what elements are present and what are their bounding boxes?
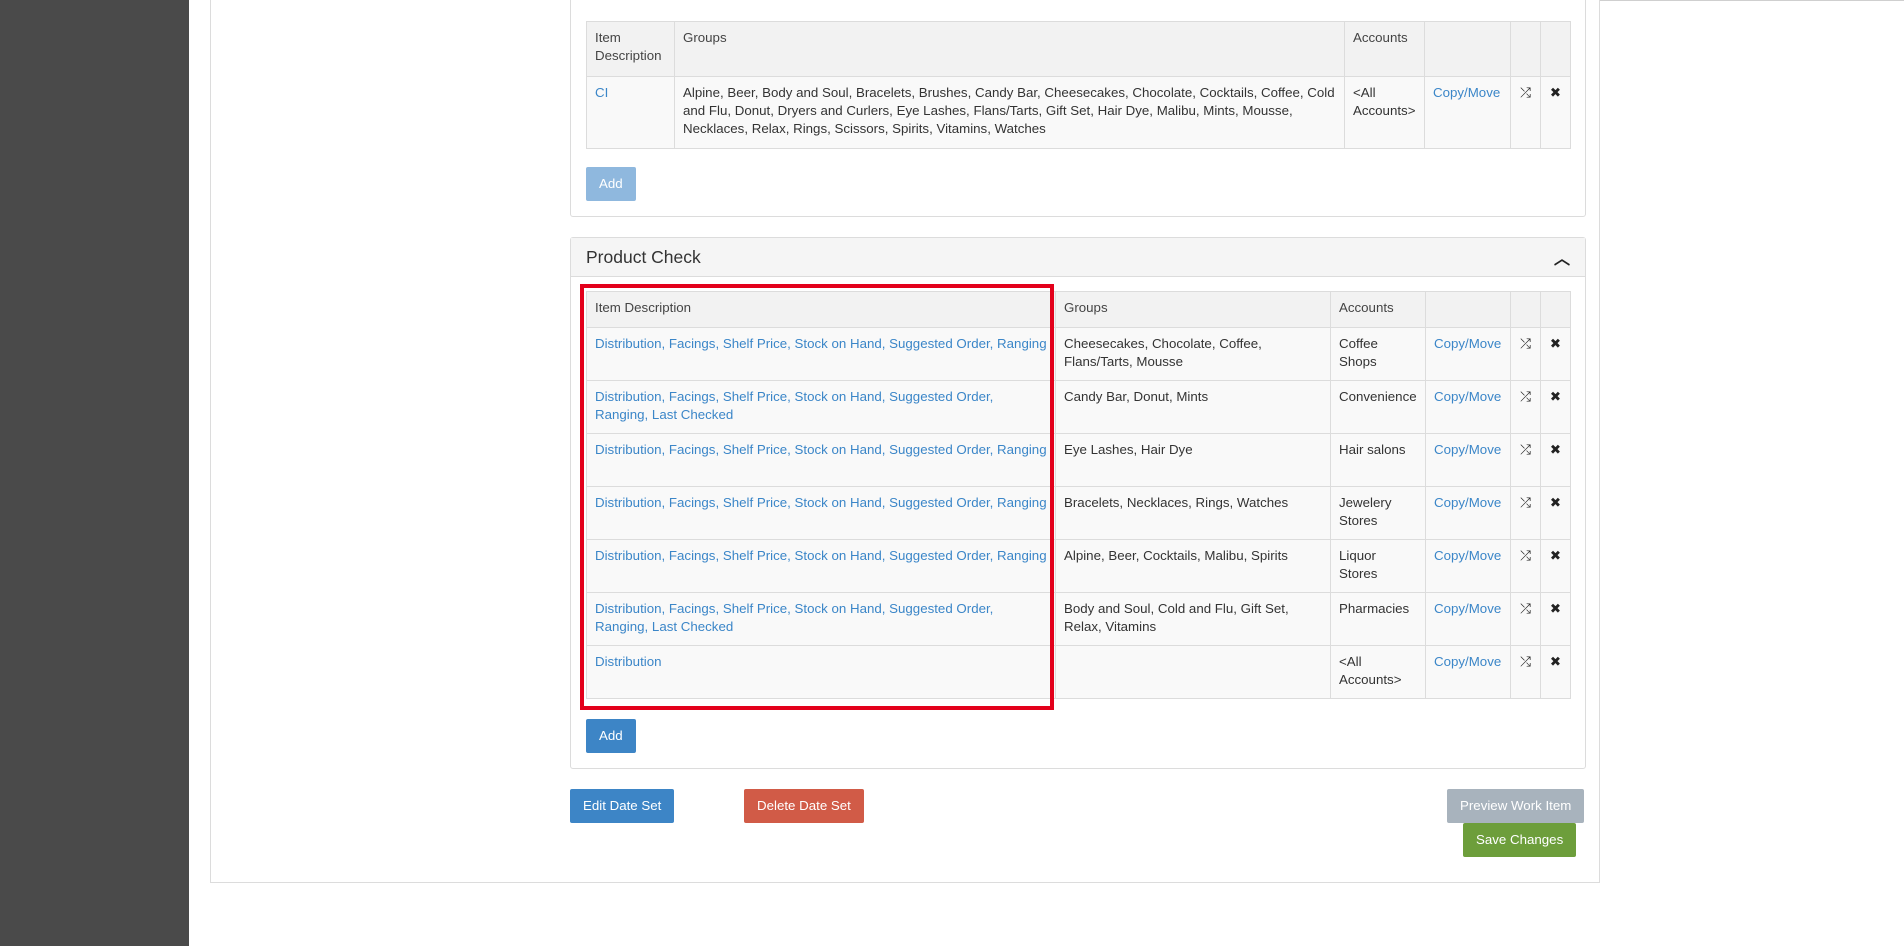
- item-description-link[interactable]: Distribution, Facings, Shelf Price, Stoc…: [595, 442, 1047, 457]
- close-icon[interactable]: ✖: [1540, 539, 1571, 593]
- col-header-accounts: Accounts: [1344, 21, 1425, 77]
- item-description-link[interactable]: Distribution, Facings, Shelf Price, Stoc…: [595, 548, 1047, 563]
- groups-cell: Alpine, Beer, Body and Soul, Bracelets, …: [674, 76, 1345, 149]
- col-header-delete: [1540, 291, 1571, 328]
- groups-cell: Alpine, Beer, Cocktails, Malibu, Spirits: [1055, 539, 1331, 593]
- shuffle-icon[interactable]: ⤮: [1510, 539, 1541, 593]
- table-row: Distribution <All Accounts> Copy/Move ⤮ …: [586, 645, 1571, 699]
- table-row: Distribution, Facings, Shelf Price, Stoc…: [586, 486, 1571, 540]
- groups-cell: Eye Lashes, Hair Dye: [1055, 433, 1331, 487]
- top-items-table: Item Description Groups Accounts CI Alpi…: [586, 21, 1571, 149]
- left-sidebar: [0, 0, 189, 946]
- save-changes-button[interactable]: Save Changes: [1463, 823, 1577, 857]
- add-button[interactable]: Add: [586, 719, 636, 753]
- product-check-panel: Product Check ︿ Item Description Groups …: [570, 237, 1586, 769]
- item-description-link[interactable]: Distribution, Facings, Shelf Price, Stoc…: [595, 495, 1047, 510]
- accounts-cell: Hair salons: [1330, 433, 1426, 487]
- shuffle-icon[interactable]: ⤮: [1510, 380, 1541, 434]
- copy-move-link[interactable]: Copy/Move: [1434, 601, 1501, 616]
- item-description-link[interactable]: Distribution: [595, 654, 662, 669]
- edit-date-set-button[interactable]: Edit Date Set: [570, 789, 675, 823]
- copy-move-link[interactable]: Copy/Move: [1434, 336, 1501, 351]
- top-panel: Item Description Groups Accounts CI Alpi…: [570, 0, 1586, 217]
- accounts-cell: Pharmacies: [1330, 592, 1426, 646]
- close-icon[interactable]: ✖: [1540, 592, 1571, 646]
- copy-move-link[interactable]: Copy/Move: [1434, 495, 1501, 510]
- panel-title: Product Check: [586, 246, 701, 267]
- accounts-cell: Coffee Shops: [1330, 327, 1426, 381]
- accounts-cell: Convenience: [1330, 380, 1426, 434]
- table-row: Distribution, Facings, Shelf Price, Stoc…: [586, 433, 1571, 487]
- accounts-cell: Jewelery Stores: [1330, 486, 1426, 540]
- accounts-cell: <All Accounts>: [1330, 645, 1426, 699]
- item-description-link[interactable]: Distribution, Facings, Shelf Price, Stoc…: [595, 601, 993, 634]
- close-icon[interactable]: ✖: [1540, 327, 1571, 381]
- delete-date-set-button[interactable]: Delete Date Set: [744, 789, 864, 823]
- col-header-item-description: Item Description: [586, 21, 675, 77]
- shuffle-icon[interactable]: ⤮: [1510, 486, 1541, 540]
- col-header-accounts: Accounts: [1330, 291, 1426, 328]
- preview-work-item-button[interactable]: Preview Work Item: [1447, 789, 1585, 823]
- col-header-shuffle: [1510, 291, 1541, 328]
- accounts-cell: <All Accounts>: [1344, 76, 1425, 149]
- table-row: Distribution, Facings, Shelf Price, Stoc…: [586, 327, 1571, 381]
- groups-cell: Bracelets, Necklaces, Rings, Watches: [1055, 486, 1331, 540]
- col-header-actions: [1425, 291, 1511, 328]
- add-button[interactable]: Add: [586, 167, 636, 201]
- copy-move-link[interactable]: Copy/Move: [1434, 548, 1501, 563]
- shuffle-icon[interactable]: ⤮: [1510, 433, 1541, 487]
- close-icon[interactable]: ✖: [1540, 433, 1571, 487]
- table-row: Distribution, Facings, Shelf Price, Stoc…: [586, 539, 1571, 593]
- table-header-row: Item Description Groups Accounts: [586, 21, 1571, 77]
- shuffle-icon[interactable]: ⤮: [1510, 76, 1541, 149]
- close-icon[interactable]: ✖: [1540, 486, 1571, 540]
- col-header-delete: [1540, 21, 1571, 77]
- groups-cell: Body and Soul, Cold and Flu, Gift Set, R…: [1055, 592, 1331, 646]
- groups-cell: Cheesecakes, Chocolate, Coffee, Flans/Ta…: [1055, 327, 1331, 381]
- copy-move-link[interactable]: Copy/Move: [1433, 85, 1500, 100]
- table-row: Distribution, Facings, Shelf Price, Stoc…: [586, 380, 1571, 434]
- product-check-table: Item Description Groups Accounts Distrib…: [586, 291, 1571, 699]
- copy-move-link[interactable]: Copy/Move: [1434, 442, 1501, 457]
- panel-heading[interactable]: Product Check ︿: [571, 238, 1585, 277]
- col-header-item-description: Item Description: [586, 291, 1056, 328]
- copy-move-link[interactable]: Copy/Move: [1434, 654, 1501, 669]
- col-header-groups: Groups: [1055, 291, 1331, 328]
- close-icon[interactable]: ✖: [1540, 380, 1571, 434]
- shuffle-icon[interactable]: ⤮: [1510, 327, 1541, 381]
- shuffle-icon[interactable]: ⤮: [1510, 645, 1541, 699]
- col-header-shuffle: [1510, 21, 1541, 77]
- accounts-cell: Liquor Stores: [1330, 539, 1426, 593]
- table-row: Distribution, Facings, Shelf Price, Stoc…: [586, 592, 1571, 646]
- item-description-link[interactable]: Distribution, Facings, Shelf Price, Stoc…: [595, 336, 1047, 351]
- col-header-groups: Groups: [674, 21, 1345, 77]
- chevron-up-icon[interactable]: ︿: [1554, 245, 1570, 269]
- groups-cell: Candy Bar, Donut, Mints: [1055, 380, 1331, 434]
- shuffle-icon[interactable]: ⤮: [1510, 592, 1541, 646]
- col-header-actions: [1424, 21, 1511, 77]
- close-icon[interactable]: ✖: [1540, 645, 1571, 699]
- copy-move-link[interactable]: Copy/Move: [1434, 389, 1501, 404]
- table-header-row: Item Description Groups Accounts: [586, 291, 1571, 328]
- table-row: CI Alpine, Beer, Body and Soul, Bracelet…: [586, 76, 1571, 149]
- close-icon[interactable]: ✖: [1540, 76, 1571, 149]
- groups-cell: [1055, 645, 1331, 699]
- item-description-link[interactable]: CI: [595, 85, 608, 100]
- top-divider: [1600, 0, 1904, 1]
- item-description-link[interactable]: Distribution, Facings, Shelf Price, Stoc…: [595, 389, 993, 422]
